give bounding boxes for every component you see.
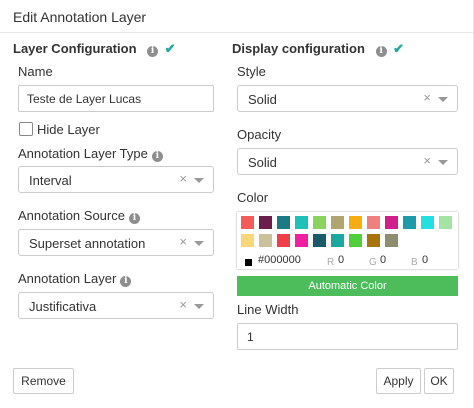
clear-icon[interactable]: ×: [423, 153, 431, 168]
layer-configuration-heading: Layer Configuration i ✔: [13, 41, 176, 57]
color-swatch[interactable]: [421, 216, 434, 229]
annotation-layer-text: Annotation Layer: [18, 271, 117, 286]
annotation-layer-value: Justificativa: [29, 299, 97, 314]
color-swatch[interactable]: [259, 216, 272, 229]
b-value[interactable]: 0: [422, 254, 428, 266]
annotation-layer-label: Annotation Layer i: [18, 271, 132, 287]
color-swatch[interactable]: [295, 216, 308, 229]
clear-icon[interactable]: ×: [179, 234, 187, 249]
color-picker: #000000 R 0 G 0 B 0: [237, 212, 458, 269]
chevron-down-icon[interactable]: [194, 304, 204, 309]
annotation-layer-type-text: Annotation Layer Type: [18, 146, 148, 161]
g-label: G: [369, 257, 377, 268]
line-width-input[interactable]: [237, 323, 458, 350]
color-swatch[interactable]: [349, 234, 362, 247]
color-swatch[interactable]: [313, 234, 326, 247]
remove-button[interactable]: Remove: [13, 368, 74, 394]
clear-icon[interactable]: ×: [179, 297, 187, 312]
chevron-down-icon[interactable]: [438, 97, 448, 102]
hide-layer-label: Hide Layer: [37, 122, 100, 137]
dialog-title: Edit Annotation Layer: [13, 9, 147, 25]
chevron-down-icon[interactable]: [194, 178, 204, 183]
color-swatch[interactable]: [367, 234, 380, 247]
clear-icon[interactable]: ×: [179, 171, 187, 186]
opacity-label: Opacity: [237, 127, 282, 142]
color-swatch[interactable]: [367, 216, 380, 229]
color-swatch[interactable]: [385, 234, 398, 247]
dialog-header: Edit Annotation Layer: [0, 0, 474, 33]
annotation-source-text: Annotation Source: [18, 208, 125, 223]
color-swatch[interactable]: [331, 234, 344, 247]
automatic-color-button[interactable]: Automatic Color: [237, 276, 458, 296]
annotation-source-value: Superset annotation: [29, 236, 146, 251]
color-swatch[interactable]: [241, 216, 254, 229]
info-icon[interactable]: i: [128, 213, 140, 224]
color-label: Color: [237, 190, 269, 205]
chevron-down-icon[interactable]: [194, 241, 204, 246]
info-icon[interactable]: i: [375, 46, 387, 57]
color-swatch[interactable]: [313, 216, 326, 229]
annotation-layer-select[interactable]: Justificativa ×: [18, 292, 214, 319]
apply-button[interactable]: Apply: [376, 368, 421, 394]
info-icon[interactable]: i: [120, 276, 132, 287]
current-color-swatch: [245, 259, 252, 266]
color-swatch[interactable]: [331, 216, 344, 229]
color-swatch[interactable]: [439, 216, 452, 229]
style-select[interactable]: Solid ×: [237, 85, 458, 112]
color-swatch[interactable]: [277, 234, 290, 247]
check-icon: ✔: [164, 41, 176, 56]
color-swatch[interactable]: [277, 216, 290, 229]
color-swatch[interactable]: [403, 216, 416, 229]
annotation-layer-type-label: Annotation Layer Type i: [18, 146, 163, 162]
opacity-select[interactable]: Solid ×: [237, 148, 458, 175]
opacity-value: Solid: [248, 155, 277, 170]
line-width-label: Line Width: [237, 302, 299, 317]
ok-button[interactable]: OK: [424, 368, 454, 394]
info-icon[interactable]: i: [147, 46, 159, 57]
display-configuration-title: Display configuration: [232, 41, 365, 56]
edit-annotation-layer-dialog: Edit Annotation Layer Layer Configuratio…: [0, 0, 474, 408]
name-input[interactable]: [18, 85, 214, 112]
annotation-layer-type-value: Interval: [29, 173, 72, 188]
hide-layer-checkbox[interactable]: [19, 122, 33, 136]
style-value: Solid: [248, 92, 277, 107]
color-swatch[interactable]: [385, 216, 398, 229]
b-label: B: [411, 257, 418, 268]
layer-configuration-title: Layer Configuration: [13, 41, 137, 56]
color-swatch[interactable]: [295, 234, 308, 247]
r-label: R: [327, 257, 335, 268]
check-icon: ✔: [393, 41, 405, 56]
annotation-source-select[interactable]: Superset annotation ×: [18, 229, 214, 256]
info-icon[interactable]: i: [151, 151, 163, 162]
g-value[interactable]: 0: [380, 254, 386, 266]
name-label: Name: [18, 64, 53, 79]
style-label: Style: [237, 64, 266, 79]
r-value[interactable]: 0: [338, 254, 344, 266]
chevron-down-icon[interactable]: [438, 160, 448, 165]
annotation-layer-type-select[interactable]: Interval ×: [18, 166, 214, 193]
hex-value[interactable]: #000000: [258, 254, 301, 266]
color-swatch[interactable]: [241, 234, 254, 247]
color-swatch[interactable]: [259, 234, 272, 247]
color-swatch[interactable]: [349, 216, 362, 229]
display-configuration-heading: Display configuration i ✔: [232, 41, 404, 57]
annotation-source-label: Annotation Source i: [18, 208, 140, 224]
clear-icon[interactable]: ×: [423, 90, 431, 105]
